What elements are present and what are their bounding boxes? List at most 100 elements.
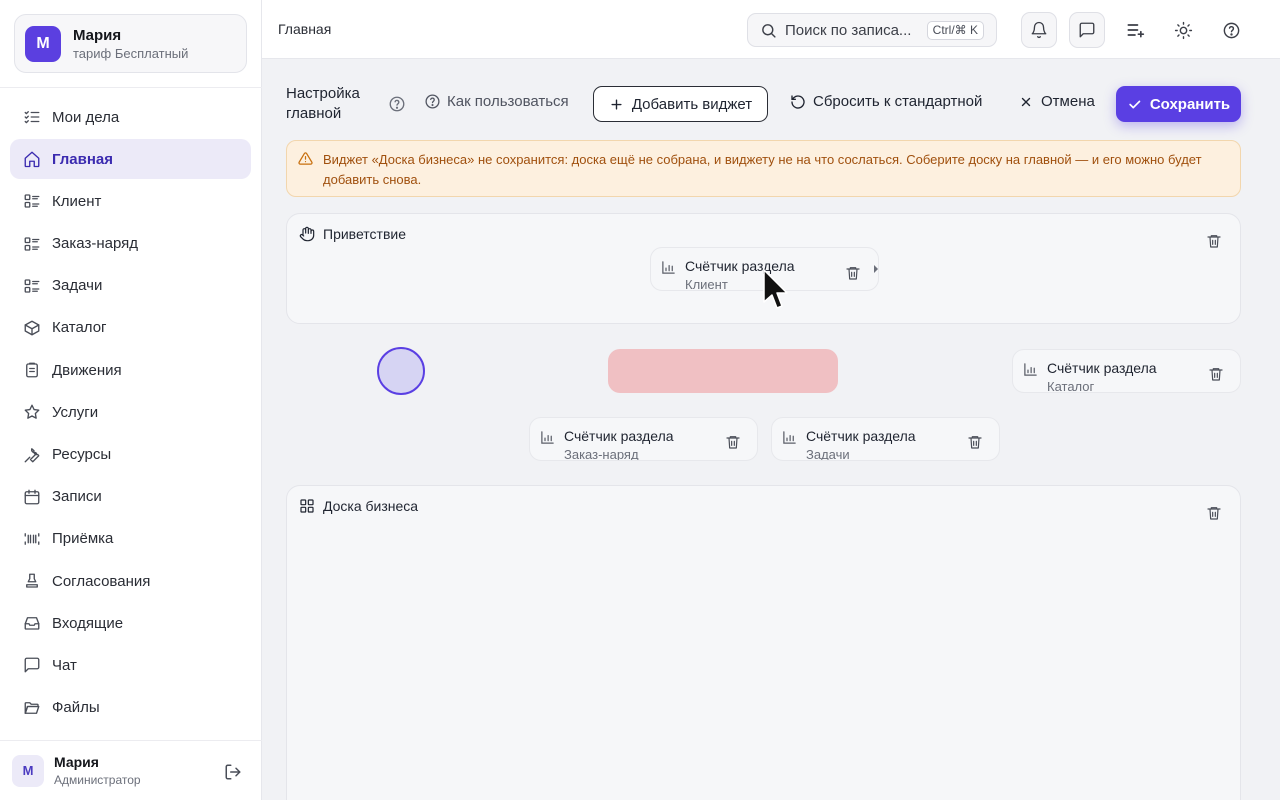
- sidebar-item-8[interactable]: Услуги: [10, 392, 251, 432]
- business-board-widget[interactable]: Доска бизнеса: [286, 485, 1241, 800]
- add-widget-button[interactable]: Добавить виджет: [593, 86, 768, 122]
- sidebar-item-label: Заказ-наряд: [52, 235, 139, 253]
- sidebar-item-label: Задачи: [52, 277, 103, 295]
- widget-title: Приветствие: [323, 226, 406, 242]
- reset-label: Сбросить к стандартной: [813, 93, 983, 110]
- counter-widget-tasks[interactable]: Счётчик раздела Задачи: [771, 417, 1000, 461]
- folder-icon: [22, 698, 42, 718]
- inbox-icon: [22, 613, 42, 633]
- sidebar-item-label: Ресурсы: [52, 446, 112, 463]
- sidebar-item-label: Файлы: [52, 699, 100, 717]
- sidebar-item-1[interactable]: Мои дела: [10, 97, 251, 137]
- trash-icon[interactable]: [844, 264, 862, 282]
- sidebar: М Мария тариф Бесплатный Мои дела Главная…: [0, 0, 262, 800]
- stamp-icon: [22, 571, 42, 591]
- sidebar-item-13[interactable]: Входящие: [10, 603, 251, 643]
- sidebar-item-label: Главная: [52, 150, 114, 168]
- sidebar-item-label: Приёмка: [52, 530, 114, 548]
- counter-title: Счётчик раздела: [1047, 360, 1157, 376]
- trash-icon[interactable]: [1207, 365, 1225, 383]
- save-label: Сохранить: [1149, 95, 1231, 113]
- sidebar-item-12[interactable]: Согласования: [10, 561, 251, 601]
- sun-icon[interactable]: [1165, 12, 1201, 48]
- sidebar-item-label: Чат: [52, 656, 77, 674]
- chat-icon[interactable]: [1069, 12, 1105, 48]
- trash-icon[interactable]: [1205, 504, 1223, 522]
- drop-zone-placeholder: [608, 349, 838, 393]
- bar-chart-icon: [1023, 362, 1039, 378]
- sidebar-item-label: Движения: [52, 361, 122, 379]
- account-switcher[interactable]: М Мария тариф Бесплатный: [14, 14, 247, 73]
- add-widget-label: Добавить виджет: [631, 95, 753, 113]
- logout-icon[interactable]: [222, 761, 244, 783]
- account-name: Мария: [73, 26, 122, 44]
- counter-widget-catalog[interactable]: Счётчик раздела Каталог: [1012, 349, 1241, 393]
- cancel-label: Отмена: [1041, 93, 1095, 110]
- trash-icon[interactable]: [966, 433, 984, 451]
- widget-title: Доска бизнеса: [323, 498, 419, 514]
- mouse-cursor-icon: [762, 268, 788, 310]
- sidebar-item-label: Согласования: [52, 572, 151, 590]
- sidebar-item-2[interactable]: Главная: [10, 139, 251, 180]
- user-name: Мария: [54, 754, 99, 770]
- sidebar-item-11[interactable]: Приёмка: [10, 519, 251, 559]
- plus-icon: [609, 97, 624, 112]
- sidebar-item-7[interactable]: Движения: [10, 350, 251, 390]
- search-icon: [760, 22, 777, 39]
- list-icon: [22, 234, 42, 254]
- reset-default-button[interactable]: Сбросить к стандартной: [790, 93, 982, 110]
- sidebar-item-label: Записи: [52, 488, 102, 506]
- sidebar-item-10[interactable]: Записи: [10, 477, 251, 517]
- breadcrumb[interactable]: Главная: [278, 21, 331, 37]
- user-avatar: М: [12, 754, 44, 787]
- list-icon: [22, 276, 42, 296]
- sidebar-nav: Мои дела Главная Клиент Заказ-наряд Задачи Ка…: [10, 97, 251, 730]
- rotate-ccw-icon: [790, 94, 806, 110]
- bell-icon[interactable]: [1021, 12, 1057, 48]
- sidebar-item-3[interactable]: Клиент: [10, 181, 251, 221]
- sidebar-item-label: Клиент: [52, 192, 102, 210]
- sidebar-item-6[interactable]: Каталог: [10, 308, 251, 348]
- user-profile: М Мария Администратор: [0, 740, 262, 800]
- save-button[interactable]: Сохранить: [1116, 86, 1241, 122]
- help-icon[interactable]: [388, 95, 406, 113]
- help-icon[interactable]: [1213, 12, 1249, 48]
- search-placeholder: Поиск по записа...: [785, 21, 912, 39]
- counter-section: Каталог: [1047, 379, 1095, 392]
- hand-icon: [299, 226, 315, 242]
- sidebar-item-label: Услуги: [52, 403, 99, 421]
- bar-chart-icon: [661, 260, 677, 276]
- help-icon: [424, 93, 441, 110]
- trash-icon[interactable]: [724, 433, 742, 451]
- dashboard-icon: [299, 498, 315, 514]
- calendar-icon: [22, 487, 42, 507]
- counter-section: Заказ-наряд: [564, 447, 639, 460]
- howto-label: Как пользоваться: [447, 93, 569, 110]
- star-icon: [22, 402, 42, 422]
- sidebar-item-9[interactable]: Ресурсы: [10, 435, 251, 475]
- counter-title: Счётчик раздела: [806, 428, 916, 444]
- chevron-right-icon: [872, 264, 880, 274]
- counter-widget-order[interactable]: Счётчик раздела Заказ-наряд: [529, 417, 758, 461]
- topbar: Главная Поиск по записа... Ctrl/⌘ K: [262, 0, 1280, 59]
- trash-icon[interactable]: [1205, 232, 1223, 250]
- list-add-icon[interactable]: [1117, 12, 1153, 48]
- sidebar-item-14[interactable]: Чат: [10, 645, 251, 685]
- page-title: Настройка главной: [286, 85, 360, 122]
- close-icon: [1019, 95, 1033, 109]
- bar-chart-icon: [782, 430, 798, 446]
- list-icon: [22, 191, 42, 211]
- wrench-icon: [22, 445, 42, 465]
- search-input[interactable]: Поиск по записа... Ctrl/⌘ K: [747, 13, 997, 47]
- howto-link[interactable]: Как пользоваться: [424, 93, 569, 110]
- counter-title: Счётчик раздела: [564, 428, 674, 444]
- sidebar-item-15[interactable]: Файлы: [10, 688, 251, 728]
- sidebar-item-label: Входящие: [52, 614, 124, 632]
- check-icon: [1127, 97, 1142, 112]
- cancel-button[interactable]: Отмена: [1019, 93, 1095, 110]
- sidebar-item-5[interactable]: Задачи: [10, 266, 251, 306]
- sidebar-item-4[interactable]: Заказ-наряд: [10, 224, 251, 264]
- sidebar-divider: [0, 87, 262, 88]
- sidebar-item-label: Каталог: [52, 319, 107, 337]
- counter-section: Задачи: [806, 447, 850, 460]
